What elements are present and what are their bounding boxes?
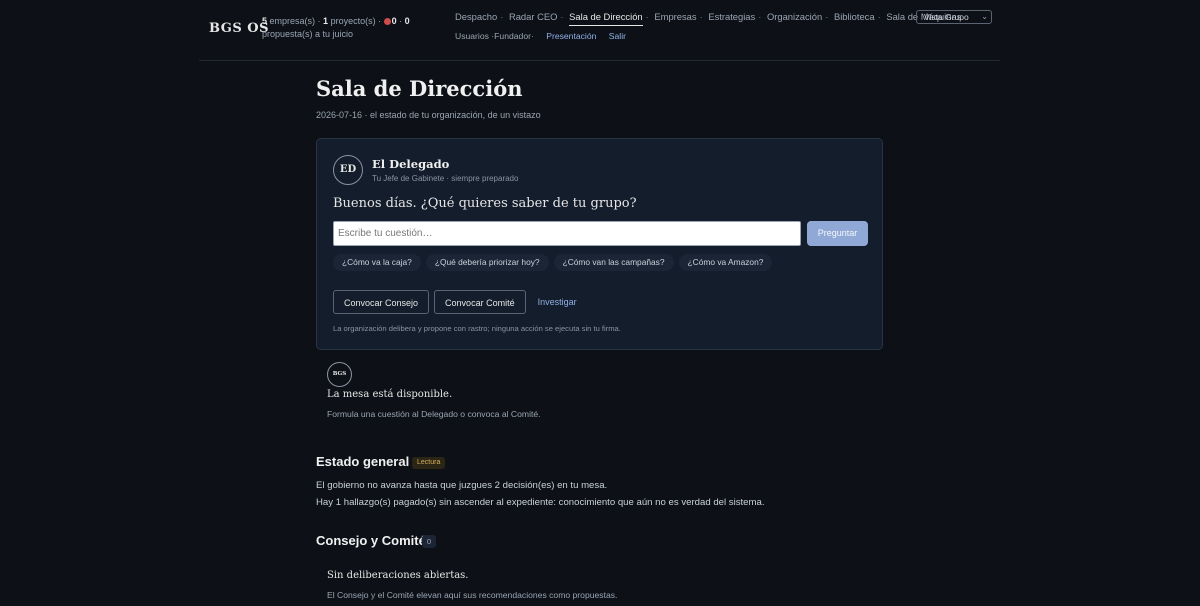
- delegado-avatar: ED: [333, 155, 363, 185]
- page-date: 2026-07-16: [316, 110, 363, 120]
- nav-presentacion[interactable]: Presentación: [546, 31, 596, 41]
- suggestion-chip-caja[interactable]: ¿Cómo va la caja?: [333, 254, 421, 271]
- top-bar: BGS OS 5 empresa(s) · 1 proyecto(s) · 0 …: [199, 0, 1000, 61]
- alerts-count: 0: [391, 16, 397, 26]
- question-input[interactable]: [333, 221, 801, 246]
- page-subtitle-text: el estado de tu organización, de un vist…: [370, 110, 541, 120]
- consejo-count-badge: 0: [422, 535, 436, 548]
- convocar-consejo-button[interactable]: Convocar Consejo: [333, 290, 430, 314]
- nav-despacho[interactable]: Despacho: [455, 11, 497, 22]
- delegado-role: Tu Jefe de Gabinete · siempre preparado: [372, 174, 519, 183]
- proyectos-label: proyecto(s): [330, 16, 376, 26]
- delegado-footnote: La organización delibera y propone con r…: [333, 324, 621, 333]
- page-title: Sala de Dirección: [316, 76, 523, 101]
- user-role: Fundador: [494, 31, 531, 41]
- view-select-value: Vista Grupo: [924, 12, 969, 22]
- nav-usuarios[interactable]: Usuarios: [455, 31, 489, 41]
- propuestas-label: propuesta(s) a tu juicio: [262, 29, 354, 39]
- consejo-heading: Consejo y Comité: [316, 533, 426, 548]
- delegado-card: ED El Delegado Tu Jefe de Gabinete · sie…: [316, 138, 883, 350]
- alert-dot-icon: [383, 18, 391, 25]
- chevron-down-icon: ⌄: [981, 12, 988, 21]
- proyectos-count: 1: [323, 16, 329, 26]
- secondary-nav: Usuarios ·Fundador· Presentación Salir: [455, 31, 626, 41]
- app-logo[interactable]: BGS OS: [209, 21, 269, 36]
- page-subtitle: 2026-07-16 · el estado de tu organizació…: [316, 110, 541, 120]
- view-select[interactable]: Vista Grupo ⌄: [916, 10, 992, 24]
- suggestion-chips: ¿Cómo va la caja? ¿Qué debería priorizar…: [333, 254, 773, 271]
- nav-organizacion[interactable]: Organización: [767, 11, 822, 22]
- header-stats: 5 empresa(s) · 1 proyecto(s) · 0 · 0 pro…: [262, 16, 410, 39]
- lectura-badge: Lectura: [412, 457, 446, 469]
- suggestion-chip-priorizar[interactable]: ¿Qué debería priorizar hoy?: [425, 254, 549, 271]
- bgs-avatar: BGS: [327, 362, 352, 387]
- suggestion-chip-campanas[interactable]: ¿Cómo van las campañas?: [553, 254, 674, 271]
- consejo-empty-subtitle: El Consejo y el Comité elevan aquí sus r…: [327, 590, 618, 600]
- delegado-name: El Delegado: [372, 157, 450, 171]
- delegado-greeting: Buenos días. ¿Qué quieres saber de tu gr…: [333, 196, 637, 211]
- nav-radar-ceo[interactable]: Radar CEO: [509, 11, 557, 22]
- ask-button[interactable]: Preguntar: [807, 221, 868, 246]
- nav-estrategias[interactable]: Estrategias: [708, 11, 755, 22]
- mesa-title: La mesa está disponible.: [327, 389, 453, 400]
- convocar-comite-button[interactable]: Convocar Comité: [434, 290, 526, 314]
- estado-line-1: El gobierno no avanza hasta que juzgues …: [316, 480, 608, 491]
- empresas-label: empresa(s): [269, 16, 316, 26]
- nav-salir[interactable]: Salir: [609, 31, 626, 41]
- propuestas-count: 0: [404, 16, 410, 26]
- estado-heading: Estado general: [316, 454, 410, 469]
- mesa-subtitle: Formula una cuestión al Delegado o convo…: [327, 409, 541, 419]
- estado-line-2: Hay 1 hallazgo(s) pagado(s) sin ascender…: [316, 497, 765, 508]
- consejo-empty-title: Sin deliberaciones abiertas.: [327, 570, 469, 581]
- nav-sala-de-direccion[interactable]: Sala de Dirección: [569, 11, 643, 26]
- nav-empresas[interactable]: Empresas: [654, 11, 696, 22]
- empresas-count: 5: [262, 16, 268, 26]
- nav-biblioteca[interactable]: Biblioteca: [834, 11, 875, 22]
- investigar-link[interactable]: Investigar: [538, 297, 577, 307]
- main-nav: Despacho · Radar CEO · Sala de Dirección · …: [455, 11, 961, 26]
- action-buttons: Convocar Consejo Convocar Comité Investi…: [333, 290, 577, 314]
- suggestion-chip-amazon[interactable]: ¿Cómo va Amazon?: [678, 254, 773, 271]
